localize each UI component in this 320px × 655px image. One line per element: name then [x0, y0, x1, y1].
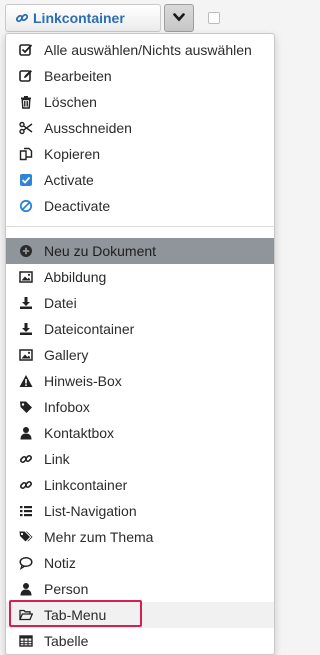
warning-icon [19, 374, 33, 388]
download-icon [19, 296, 33, 310]
edit-icon [19, 69, 33, 83]
menu-item-link[interactable]: Link [6, 446, 274, 472]
trash-icon [19, 95, 33, 109]
dropdown-toggle-button[interactable] [164, 4, 194, 32]
plus-circle-icon [19, 244, 33, 258]
menu-item-tabelle[interactable]: Tabelle [6, 628, 274, 654]
menu-item-edit[interactable]: Bearbeiten [6, 63, 274, 89]
section-header-label: Neu zu Dokument [44, 243, 157, 259]
menu-item-label: Person [44, 581, 89, 597]
menu-item-activate[interactable]: Activate [6, 167, 274, 193]
menu-item-label: Abbildung [44, 269, 107, 285]
menu-item-tab-menu[interactable]: Tab-Menu [6, 602, 274, 628]
menu-item-label: Alle auswählen/Nichts auswählen [44, 42, 252, 58]
copy-icon [19, 147, 33, 161]
check-square-icon [19, 43, 33, 57]
menu-item-label: Tab-Menu [44, 607, 107, 623]
menu-item-label: Notiz [44, 555, 76, 571]
link-icon [19, 452, 33, 466]
menu-item-label: List-Navigation [44, 503, 137, 519]
menu-item-label: Gallery [44, 347, 89, 363]
dropdown-menu: Alle auswählen/Nichts auswählen Bearbeit… [5, 33, 275, 655]
checkbox-checked-icon [19, 173, 33, 187]
menu-item-label: Link [44, 451, 70, 467]
link-icon [15, 11, 29, 25]
menu-item-label: Activate [44, 172, 94, 188]
menu-item-copy[interactable]: Kopieren [6, 141, 274, 167]
user-icon [19, 582, 33, 596]
user-icon [19, 426, 33, 440]
menu-item-delete[interactable]: Löschen [6, 89, 274, 115]
menu-item-dateicontainer[interactable]: Dateicontainer [6, 316, 274, 342]
menu-item-label: Datei [44, 295, 77, 311]
menu-item-select-all[interactable]: Alle auswählen/Nichts auswählen [6, 37, 274, 63]
table-icon [19, 634, 33, 648]
chevron-down-icon [173, 9, 185, 27]
menu-item-deactivate[interactable]: Deactivate [6, 193, 274, 219]
menu-item-label: Löschen [44, 94, 97, 110]
menu-item-notiz[interactable]: Notiz [6, 550, 274, 576]
menu-item-abbildung[interactable]: Abbildung [6, 264, 274, 290]
menu-item-label: Ausschneiden [44, 120, 132, 136]
tag-icon [19, 400, 33, 414]
menu-item-label: Linkcontainer [44, 477, 128, 493]
menu-item-datei[interactable]: Datei [6, 290, 274, 316]
menu-item-label: Infobox [44, 399, 90, 415]
menu-item-infobox[interactable]: Infobox [6, 394, 274, 420]
section-header-new-to-document: Neu zu Dokument [6, 238, 274, 264]
folder-open-icon [19, 608, 33, 622]
menu-item-label: Kontaktbox [44, 425, 115, 441]
menu-item-label: Deactivate [44, 198, 111, 214]
linkcontainer-button[interactable]: Linkcontainer [5, 4, 161, 32]
image-icon [19, 348, 33, 362]
menu-item-label: Bearbeiten [44, 68, 112, 84]
tags-icon [19, 530, 33, 544]
list-icon [19, 504, 33, 518]
menu-item-label: Dateicontainer [44, 321, 135, 337]
menu-item-label: Kopieren [44, 146, 101, 162]
menu-item-kontaktbox[interactable]: Kontaktbox [6, 420, 274, 446]
menu-item-linkcontainer[interactable]: Linkcontainer [6, 472, 274, 498]
linkcontainer-button-label: Linkcontainer [33, 10, 125, 26]
menu-item-hinweis-box[interactable]: Hinweis-Box [6, 368, 274, 394]
select-checkbox[interactable] [208, 12, 220, 24]
menu-item-label: Tabelle [44, 633, 89, 649]
menu-item-mehr-zum-thema[interactable]: Mehr zum Thema [6, 524, 274, 550]
menu-divider [6, 226, 274, 227]
ban-icon [19, 199, 33, 213]
menu-item-gallery[interactable]: Gallery [6, 342, 274, 368]
menu-item-label: Hinweis-Box [44, 373, 122, 389]
link-icon [19, 478, 33, 492]
scissors-icon [19, 121, 33, 135]
download-icon [19, 322, 33, 336]
image-icon [19, 270, 33, 284]
menu-item-cut[interactable]: Ausschneiden [6, 115, 274, 141]
menu-item-list-navigation[interactable]: List-Navigation [6, 498, 274, 524]
menu-item-person[interactable]: Person [6, 576, 274, 602]
menu-item-label: Mehr zum Thema [44, 529, 154, 545]
toolbar: Linkcontainer [0, 0, 275, 36]
comment-icon [19, 556, 33, 570]
